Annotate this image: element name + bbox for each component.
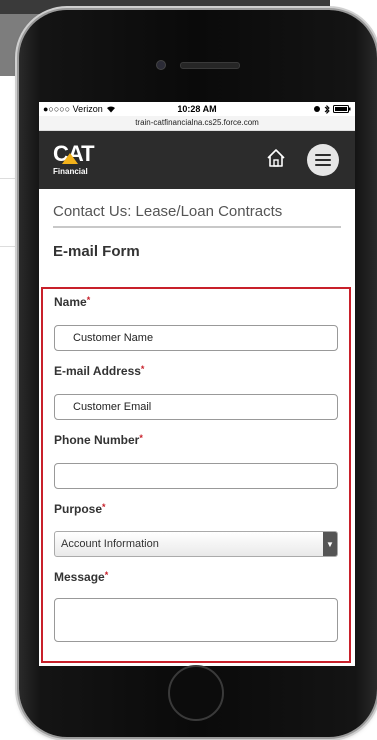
status-time: 10:28 AM [177,104,217,114]
phone-field[interactable] [54,463,338,489]
phone-label: Phone Number* [54,433,143,447]
page-title: Contact Us: Lease/Loan Contracts [53,203,341,228]
app-header: CAT Financial [39,131,355,189]
phone-screen: ●○○○○ Verizon 10:28 AM train-catfinancia… [39,102,355,666]
required-mark: * [104,570,109,580]
chevron-down-icon[interactable]: ▼ [323,532,337,556]
email-field[interactable]: Customer Email [54,394,338,420]
url-bar[interactable]: train-catfinancialna.cs25.force.com [39,116,355,131]
cat-financial-logo[interactable]: CAT Financial [53,143,95,183]
purpose-label: Purpose* [54,502,106,516]
phone-home-button[interactable] [168,665,224,721]
required-mark: * [86,295,91,305]
purpose-selected-value: Account Information [61,538,159,550]
phone-frame: ●○○○○ Verizon 10:28 AM train-catfinancia… [19,10,377,737]
name-label: Name* [54,295,91,309]
email-form: Name* Customer Name E-mail Address* Cust… [41,287,351,663]
name-field[interactable]: Customer Name [54,325,338,351]
message-label: Message* [54,570,109,584]
page-content: Contact Us: Lease/Loan Contracts E-mail … [39,203,355,260]
form-title: E-mail Form [53,243,140,260]
status-bar: ●○○○○ Verizon 10:28 AM [39,102,355,116]
required-mark: * [140,364,145,374]
required-mark: * [139,433,143,443]
logo-triangle-icon [62,153,78,164]
home-icon[interactable] [265,147,287,169]
earpiece-speaker [180,62,240,69]
front-camera [156,60,166,70]
required-mark: * [102,502,106,512]
purpose-select[interactable]: Account Information ▼ [54,531,338,557]
email-label: E-mail Address* [54,364,145,378]
message-textarea[interactable] [54,598,338,642]
hamburger-menu-icon[interactable] [307,144,339,176]
